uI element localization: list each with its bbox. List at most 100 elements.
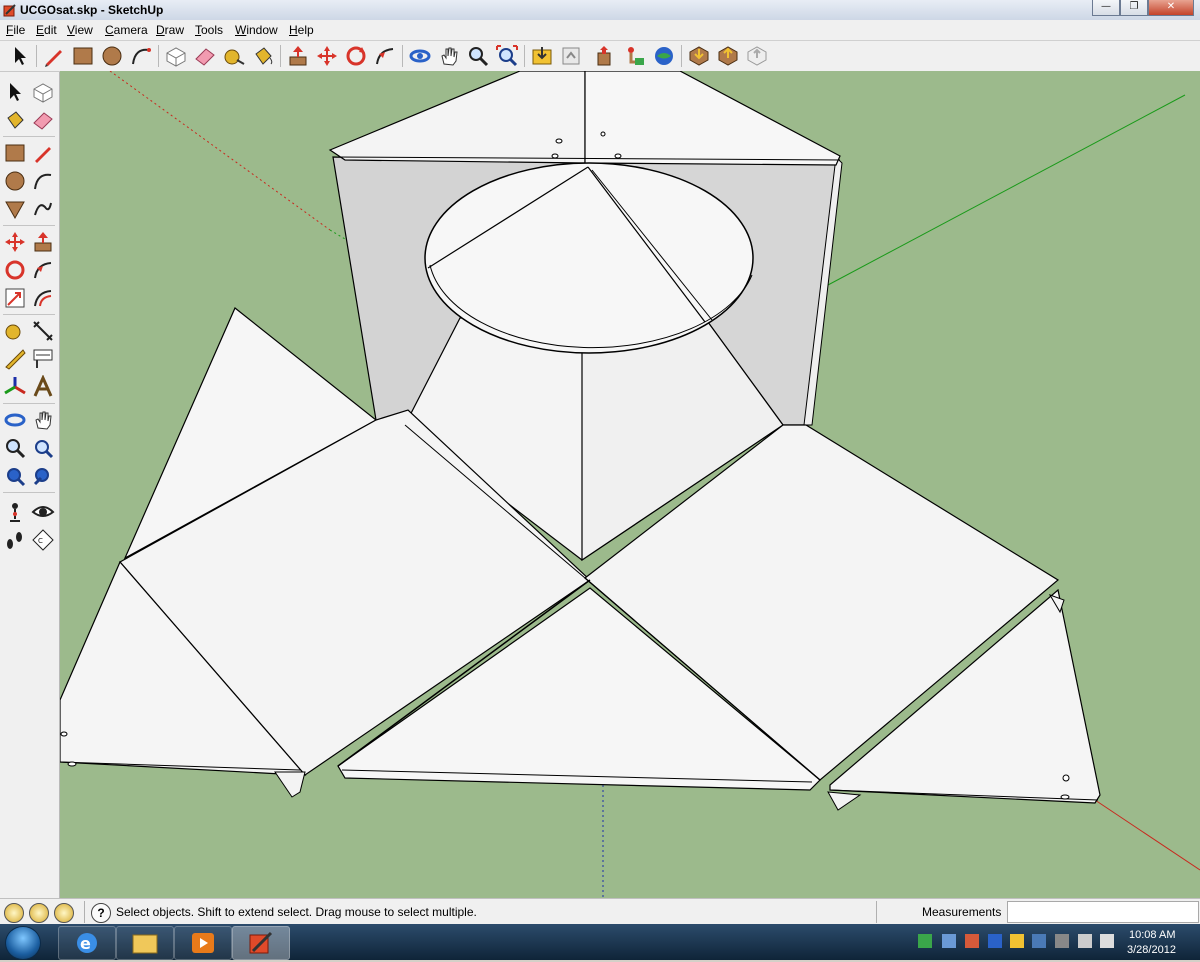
red-axis-dotted — [109, 71, 331, 231]
circle-tool-icon[interactable] — [3, 169, 27, 193]
menu-view[interactable]: View — [67, 23, 93, 37]
protractor-tool-icon[interactable] — [3, 347, 27, 371]
status-message: Select objects. Shift to extend select. … — [116, 905, 477, 919]
orbit-icon[interactable] — [408, 44, 432, 68]
tray-app-icon[interactable] — [965, 934, 979, 948]
orbit-icon[interactable] — [3, 408, 27, 432]
green-axis — [827, 94, 1186, 286]
geo-location-icon[interactable] — [4, 903, 24, 923]
volume-icon[interactable] — [1100, 934, 1114, 948]
rotate-tool-icon[interactable] — [3, 258, 27, 282]
menu-tools[interactable]: Tools — [195, 23, 223, 37]
tray-app-icon[interactable] — [1055, 934, 1069, 948]
place-model-icon[interactable] — [745, 44, 769, 68]
menu-help[interactable]: Help — [289, 23, 314, 37]
get-photo-texture-icon[interactable] — [623, 44, 647, 68]
status-bar: ? Select objects. Shift to extend select… — [0, 898, 1200, 925]
network-check-icon[interactable] — [918, 934, 932, 948]
arc-tool-icon[interactable] — [129, 44, 153, 68]
select-tool-icon[interactable] — [8, 44, 32, 68]
menu-draw[interactable]: Draw — [156, 23, 184, 37]
tray-app-icon[interactable] — [942, 934, 956, 948]
media-player-icon[interactable] — [174, 926, 232, 960]
rectangle-tool-icon[interactable] — [3, 141, 27, 165]
push-pull-icon[interactable] — [286, 44, 310, 68]
start-button[interactable] — [5, 926, 41, 960]
svg-text:C: C — [38, 537, 43, 545]
zoom-icon[interactable] — [3, 436, 27, 460]
add-location-icon[interactable] — [687, 44, 711, 68]
model-viewport[interactable] — [60, 71, 1200, 898]
eraser-icon[interactable] — [193, 44, 217, 68]
clock-time[interactable]: 10:08 AM — [1129, 929, 1175, 941]
walk-tool-icon[interactable] — [3, 528, 27, 552]
select-tool-icon[interactable] — [3, 80, 27, 104]
maximize-button[interactable]: ❐ — [1120, 0, 1148, 16]
rectangle-tool-icon[interactable] — [71, 44, 95, 68]
window-title: UCGOsat.skp - SketchUp — [20, 3, 164, 17]
eraser-icon[interactable] — [31, 108, 55, 132]
tray-app-icon[interactable] — [1032, 934, 1046, 948]
rotate-tool-icon[interactable] — [344, 44, 368, 68]
line-tool-icon[interactable] — [31, 141, 55, 165]
pan-icon[interactable] — [437, 44, 461, 68]
zoom-icon[interactable] — [466, 44, 490, 68]
menu-camera[interactable]: Camera — [105, 23, 148, 37]
paint-bucket-icon[interactable] — [3, 108, 27, 132]
share-component-icon[interactable] — [594, 44, 618, 68]
move-tool-icon[interactable] — [315, 44, 339, 68]
user-icon[interactable] — [54, 903, 74, 923]
zoom-window-icon[interactable] — [31, 436, 55, 460]
pencil-tool-icon[interactable] — [42, 44, 66, 68]
previous-view-icon[interactable] — [31, 464, 55, 488]
position-camera-icon[interactable] — [3, 500, 27, 524]
share-model-icon[interactable] — [559, 44, 583, 68]
freehand-tool-icon[interactable] — [31, 197, 55, 221]
offset-tool-icon[interactable] — [31, 286, 55, 310]
red-axis — [1094, 799, 1200, 871]
menu-window[interactable]: Window — [235, 23, 278, 37]
arc-tool-icon[interactable] — [31, 169, 55, 193]
pan-icon[interactable] — [31, 408, 55, 432]
get-models-icon[interactable] — [530, 44, 554, 68]
network-icon[interactable] — [1078, 934, 1092, 948]
3d-text-icon[interactable] — [31, 375, 55, 399]
menu-edit[interactable]: Edit — [36, 23, 57, 37]
paint-bucket-icon[interactable] — [251, 44, 275, 68]
section-plane-icon[interactable]: C — [31, 528, 55, 552]
look-around-icon[interactable] — [31, 500, 55, 524]
model-canvas — [60, 71, 1200, 898]
push-pull-icon[interactable] — [31, 230, 55, 254]
circle-tool-icon[interactable] — [100, 44, 124, 68]
make-component-icon[interactable] — [164, 44, 188, 68]
tape-measure-icon[interactable] — [3, 319, 27, 343]
menu-file[interactable]: File — [6, 23, 25, 37]
star-tray-icon[interactable] — [1010, 934, 1024, 948]
axes-tool-icon[interactable] — [3, 375, 27, 399]
clock-date[interactable]: 3/28/2012 — [1127, 944, 1176, 956]
minimize-button[interactable]: — — [1092, 0, 1120, 16]
security-icon[interactable] — [988, 934, 1002, 948]
dimension-tool-icon[interactable] — [31, 319, 55, 343]
internet-explorer-icon[interactable]: e — [58, 926, 116, 960]
google-earth-icon[interactable] — [652, 44, 676, 68]
move-tool-icon[interactable] — [3, 230, 27, 254]
scale-tool-icon[interactable] — [3, 286, 27, 310]
tape-measure-icon[interactable] — [222, 44, 246, 68]
zoom-extents-icon[interactable] — [3, 464, 27, 488]
close-button[interactable]: ✕ — [1148, 0, 1194, 16]
measurements-input[interactable] — [1007, 901, 1199, 923]
credits-icon[interactable] — [29, 903, 49, 923]
help-icon[interactable]: ? — [91, 903, 111, 923]
sketchup-taskbar-icon[interactable] — [232, 926, 290, 960]
file-explorer-icon[interactable] — [116, 926, 174, 960]
follow-me-icon[interactable] — [31, 258, 55, 282]
polygon-tool-icon[interactable] — [3, 197, 27, 221]
toggle-terrain-icon[interactable] — [716, 44, 740, 68]
text-tool-icon[interactable] — [31, 347, 55, 371]
follow-me-icon[interactable] — [373, 44, 397, 68]
make-component-icon[interactable] — [31, 80, 55, 104]
title-bar: UCGOsat.skp - SketchUp — ❐ ✕ — [0, 0, 1200, 21]
measurements-label: Measurements — [922, 905, 1002, 919]
zoom-extents-icon[interactable] — [495, 44, 519, 68]
